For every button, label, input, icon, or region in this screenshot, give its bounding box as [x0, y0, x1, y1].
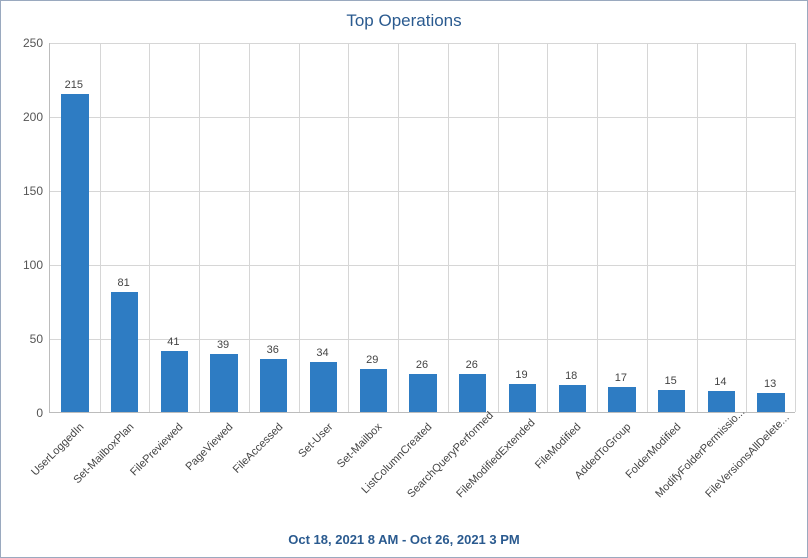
gridline-v: [597, 43, 598, 412]
y-tick-label: 250: [1, 36, 43, 50]
bar: [708, 391, 735, 412]
plot-area: [49, 43, 795, 413]
bar: [409, 374, 436, 412]
bar-value-label: 17: [601, 372, 641, 384]
bar: [658, 390, 685, 412]
gridline-v: [249, 43, 250, 412]
bar: [161, 351, 188, 412]
bar: [310, 362, 337, 412]
bar: [559, 385, 586, 412]
bar: [210, 354, 237, 412]
bar: [61, 94, 88, 412]
gridline-v: [448, 43, 449, 412]
bar: [608, 387, 635, 412]
gridline-v: [697, 43, 698, 412]
gridline-v: [647, 43, 648, 412]
bar: [260, 359, 287, 412]
gridline-h: [50, 43, 795, 44]
chart-subtitle: Oct 18, 2021 8 AM - Oct 26, 2021 3 PM: [1, 532, 807, 547]
chart-container: Top Operations 050100150200250 UserLogge…: [0, 0, 808, 558]
y-tick-label: 50: [1, 332, 43, 346]
bar-value-label: 26: [452, 359, 492, 371]
bar-value-label: 14: [700, 376, 740, 388]
bar-value-label: 215: [54, 79, 94, 91]
bar: [509, 384, 536, 412]
gridline-v: [348, 43, 349, 412]
y-tick-label: 150: [1, 184, 43, 198]
bar-value-label: 26: [402, 359, 442, 371]
chart-title: Top Operations: [1, 1, 807, 35]
bar-value-label: 18: [551, 370, 591, 382]
bar-value-label: 15: [651, 375, 691, 387]
bar: [111, 292, 138, 412]
bar: [757, 393, 784, 412]
bar-value-label: 13: [750, 378, 790, 390]
gridline-v: [199, 43, 200, 412]
bar-value-label: 29: [352, 354, 392, 366]
bar: [360, 369, 387, 412]
gridline-v: [746, 43, 747, 412]
gridline-h: [50, 117, 795, 118]
y-tick-label: 100: [1, 258, 43, 272]
bar-value-label: 19: [501, 369, 541, 381]
gridline-h: [50, 265, 795, 266]
bar-value-label: 41: [153, 336, 193, 348]
gridline-h: [50, 191, 795, 192]
gridline-v: [795, 43, 796, 412]
gridline-v: [398, 43, 399, 412]
bar-value-label: 36: [253, 344, 293, 356]
y-tick-label: 200: [1, 110, 43, 124]
gridline-v: [299, 43, 300, 412]
bar-value-label: 34: [303, 347, 343, 359]
gridline-v: [498, 43, 499, 412]
bar-value-label: 39: [203, 339, 243, 351]
gridline-v: [100, 43, 101, 412]
y-tick-label: 0: [1, 406, 43, 420]
gridline-v: [149, 43, 150, 412]
bar: [459, 374, 486, 412]
bar-value-label: 81: [104, 277, 144, 289]
gridline-v: [547, 43, 548, 412]
